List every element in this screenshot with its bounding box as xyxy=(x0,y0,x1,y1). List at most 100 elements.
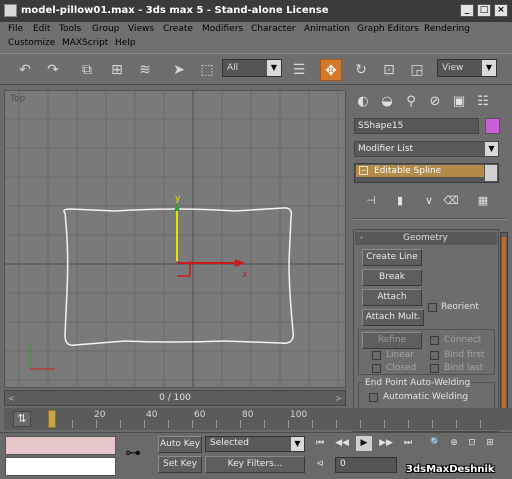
menu-views[interactable]: Views xyxy=(128,24,154,34)
go-to-end-icon[interactable]: ⏭ xyxy=(400,436,416,451)
zoom-all-icon[interactable]: ⊕ xyxy=(446,436,462,451)
menu-file[interactable]: File xyxy=(8,24,23,34)
create-line-button[interactable]: Create Line xyxy=(362,249,422,266)
key-mode-icon[interactable]: ⊶ xyxy=(125,443,141,462)
track-tick xyxy=(480,420,481,428)
menu-group[interactable]: Group xyxy=(92,24,119,34)
set-key-button[interactable]: Set Key xyxy=(158,456,202,473)
refine-button[interactable]: Refine xyxy=(362,332,422,349)
current-frame-marker[interactable] xyxy=(48,410,56,428)
select-by-name-icon[interactable]: ☰ xyxy=(288,59,310,81)
undo-icon[interactable]: ↶ xyxy=(14,59,36,81)
app-icon[interactable] xyxy=(4,4,17,17)
menu-help[interactable]: Help xyxy=(115,38,136,48)
select-arrow-icon[interactable]: ➤ xyxy=(168,59,190,81)
modifier-list-dropdown[interactable]: Modifier List ▼ xyxy=(354,141,499,157)
object-name-field[interactable]: SShape15 xyxy=(354,118,479,134)
key-filters-button[interactable]: Key Filters... xyxy=(205,456,305,473)
object-color-swatch[interactable] xyxy=(485,118,500,134)
motion-tab-icon[interactable]: ⊘ xyxy=(425,92,445,112)
zoom-extents-all-icon[interactable]: ⊞ xyxy=(482,436,498,451)
command-panel-scrollbar[interactable] xyxy=(500,232,508,428)
hierarchy-tab-icon[interactable]: ⚲ xyxy=(401,92,421,112)
linear-checkbox[interactable] xyxy=(372,351,381,360)
geometry-rollout-header[interactable]: - Geometry xyxy=(355,232,497,245)
menu-create[interactable]: Create xyxy=(163,24,193,34)
selection-set-dropdown[interactable]: Selected ▼ xyxy=(205,436,305,452)
time-slider[interactable]: < 0 / 100 > xyxy=(4,390,346,406)
pin-stack-icon[interactable]: ⊣ xyxy=(363,193,379,209)
reference-coord-dropdown[interactable]: View ▼ xyxy=(437,59,497,77)
modify-tab-icon[interactable]: ◒ xyxy=(377,92,397,112)
menu-character[interactable]: Character xyxy=(251,24,295,34)
menu-rendering[interactable]: Rendering xyxy=(424,24,470,34)
move-icon[interactable]: ✥ xyxy=(320,59,342,81)
menu-edit[interactable]: Edit xyxy=(33,24,50,34)
gizmo-x-arrow xyxy=(235,259,245,267)
closed-checkbox[interactable] xyxy=(372,364,381,373)
current-frame-field[interactable]: 0 xyxy=(335,457,397,473)
maximize-button[interactable]: □ xyxy=(477,4,491,17)
display-tab-icon[interactable]: ▣ xyxy=(449,92,469,112)
zoom-extents-icon[interactable]: ⊡ xyxy=(464,436,480,451)
menu-modifiers[interactable]: Modifiers xyxy=(202,24,243,34)
key-mode-toggle-icon[interactable]: ⊲ xyxy=(312,457,328,472)
track-tick xyxy=(240,420,241,428)
time-slider-next[interactable]: > xyxy=(335,392,342,406)
utilities-tab-icon[interactable]: ☷ xyxy=(473,92,493,112)
auto-key-button[interactable]: Auto Key xyxy=(158,436,202,453)
scrollbar-thumb[interactable] xyxy=(502,237,506,423)
menu-animation[interactable]: Animation xyxy=(304,24,350,34)
expand-icon[interactable]: − xyxy=(359,166,368,175)
prompt-line[interactable] xyxy=(5,457,116,476)
menu-graph-editors[interactable]: Graph Editors xyxy=(357,24,419,34)
create-tab-icon[interactable]: ◐ xyxy=(353,92,373,112)
selection-filter-dropdown[interactable]: All ▼ xyxy=(222,59,282,77)
redo-icon[interactable]: ↷ xyxy=(42,59,64,81)
time-slider-prev[interactable]: < xyxy=(8,392,15,406)
transform-gizmo[interactable]: y x xyxy=(174,194,248,280)
reorient-checkbox[interactable] xyxy=(428,303,437,312)
attach-mult-button[interactable]: Attach Mult. xyxy=(362,309,424,326)
menu-tools[interactable]: Tools xyxy=(59,24,81,34)
bind-last-checkbox[interactable] xyxy=(430,364,439,373)
minimize-button[interactable]: _ xyxy=(460,4,474,17)
track-bar[interactable]: ⇅ 20 40 60 80 100 xyxy=(4,408,512,430)
unlink-icon[interactable]: ⊞ xyxy=(106,59,128,81)
zoom-icon[interactable]: 🔍 xyxy=(428,436,444,451)
scale-icon[interactable]: ⊡ xyxy=(378,59,400,81)
go-to-start-icon[interactable]: ⏮ xyxy=(312,436,328,451)
track-tick xyxy=(216,420,217,428)
configure-sets-icon[interactable]: ▦ xyxy=(475,193,491,209)
next-frame-icon[interactable]: ▶▶ xyxy=(378,436,394,451)
stack-item-editable-spline[interactable]: Editable Spline xyxy=(356,165,484,177)
region-select-icon[interactable]: ⬚ xyxy=(196,59,218,81)
show-end-result-icon[interactable]: ▮ xyxy=(392,193,408,209)
closed-label: Closed xyxy=(386,363,417,373)
viewport-label[interactable]: Top xyxy=(10,94,25,104)
stack-scrollbar[interactable] xyxy=(485,165,497,181)
remove-modifier-icon[interactable]: ⌫ xyxy=(443,193,459,209)
track-tick-label: 20 xyxy=(94,410,106,420)
maxscript-listener-mini[interactable] xyxy=(5,436,116,455)
break-button[interactable]: Break xyxy=(362,269,422,286)
rotate-icon[interactable]: ↻ xyxy=(350,59,372,81)
connect-checkbox[interactable] xyxy=(430,336,439,345)
select-and-link-icon[interactable]: ⧉ xyxy=(76,59,98,81)
watermark: 3dsMaxDeshnik xyxy=(406,464,495,475)
make-unique-icon[interactable]: ∨ xyxy=(421,193,437,209)
bind-space-warp-icon[interactable]: ≋ xyxy=(134,59,156,81)
bind-first-checkbox[interactable] xyxy=(430,351,439,360)
open-mini-curve-editor-icon[interactable]: ⇅ xyxy=(13,411,31,427)
menu-customize[interactable]: Customize xyxy=(8,38,55,48)
top-viewport[interactable]: y x Top xyxy=(4,90,346,388)
close-button[interactable]: × xyxy=(494,4,508,17)
uniform-scale-icon[interactable]: ◲ xyxy=(406,59,428,81)
menu-maxscript[interactable]: MAXScript xyxy=(62,38,108,48)
time-slider-label: 0 / 100 xyxy=(159,393,191,403)
automatic-welding-checkbox[interactable] xyxy=(369,393,378,402)
attach-button[interactable]: Attach xyxy=(362,289,422,306)
play-icon[interactable]: ▶ xyxy=(356,436,372,451)
previous-frame-icon[interactable]: ◀◀ xyxy=(334,436,350,451)
connect-label: Connect xyxy=(444,335,482,345)
